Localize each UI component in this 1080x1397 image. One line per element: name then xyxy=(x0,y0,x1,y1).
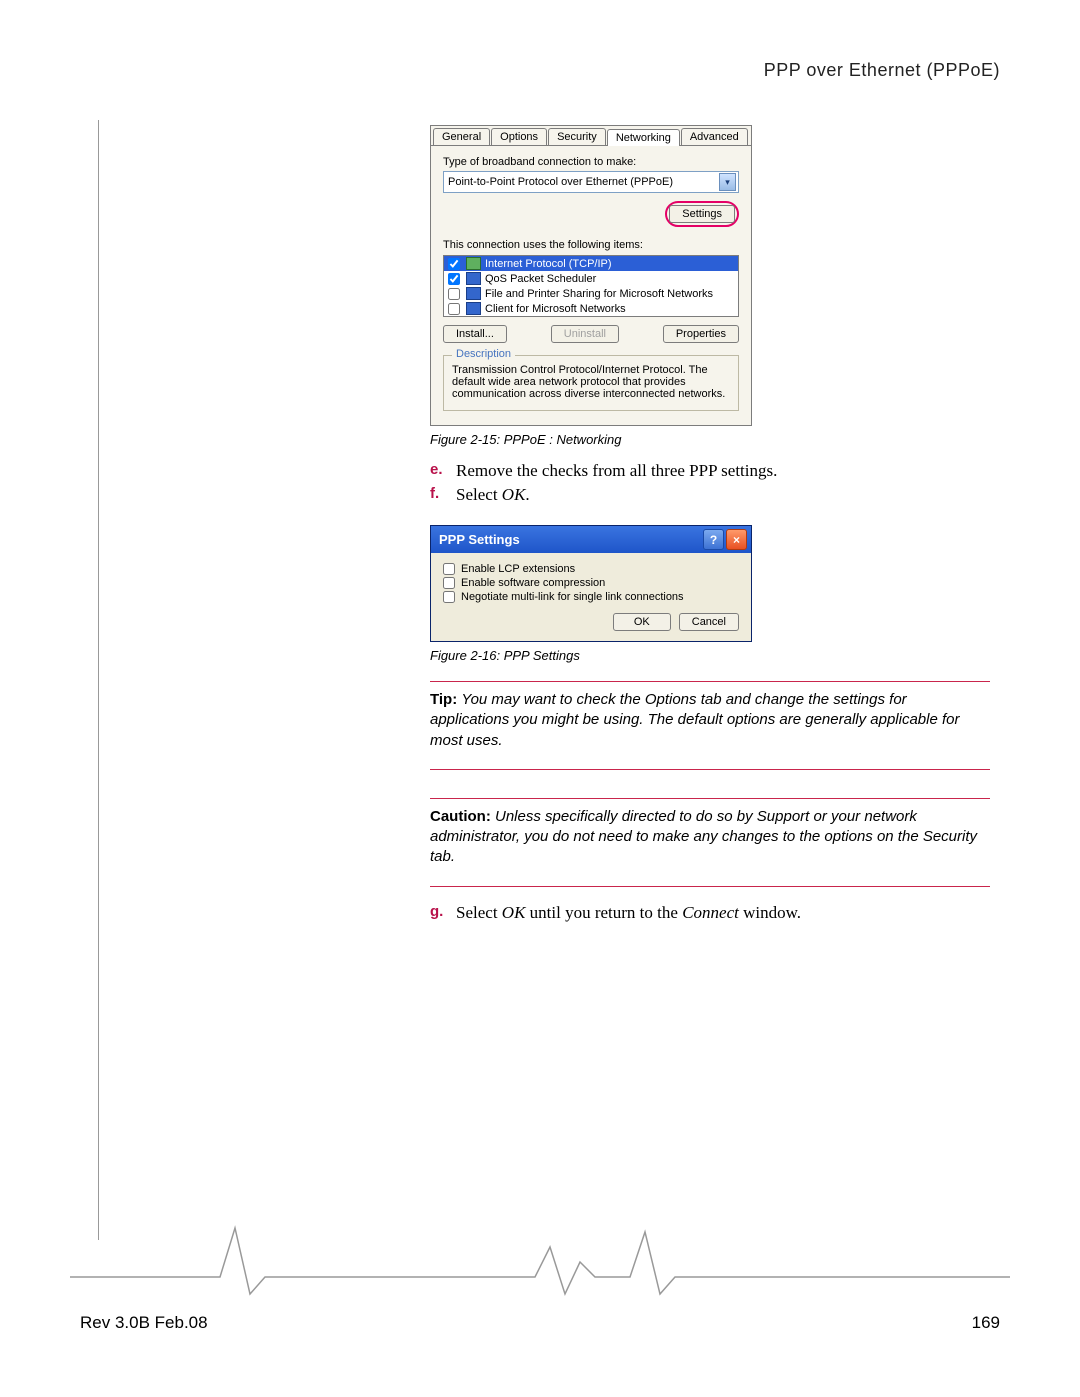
ppp-option-label: Enable software compression xyxy=(461,577,605,589)
networking-panel: General Options Security Networking Adva… xyxy=(430,125,752,426)
help-icon[interactable]: ? xyxy=(703,529,724,550)
callout-rule xyxy=(430,886,990,887)
connection-type-value: Point-to-Point Protocol over Ethernet (P… xyxy=(448,176,673,188)
document-page: PPP over Ethernet (PPPoE) General Option… xyxy=(0,0,1080,1397)
settings-highlight: Settings xyxy=(665,201,739,227)
items-listbox[interactable]: Internet Protocol (TCP/IP) QoS Packet Sc… xyxy=(443,255,739,317)
list-item[interactable]: Internet Protocol (TCP/IP) xyxy=(444,256,738,271)
ok-button[interactable]: OK xyxy=(613,613,671,631)
cancel-button[interactable]: Cancel xyxy=(679,613,739,631)
connection-type-select[interactable]: Point-to-Point Protocol over Ethernet (P… xyxy=(443,171,739,193)
tab-options[interactable]: Options xyxy=(491,128,547,145)
step-g: g. Select OK until you return to the Con… xyxy=(430,903,990,923)
tab-body: Type of broadband connection to make: Po… xyxy=(431,146,751,425)
close-icon[interactable]: × xyxy=(726,529,747,550)
item-label: File and Printer Sharing for Microsoft N… xyxy=(485,288,713,300)
ppp-option-row: Enable LCP extensions xyxy=(443,563,739,575)
list-item[interactable]: File and Printer Sharing for Microsoft N… xyxy=(444,286,738,301)
item-label: Client for Microsoft Networks xyxy=(485,303,626,315)
ppp-option-row: Negotiate multi-link for single link con… xyxy=(443,591,739,603)
step-letter: e. xyxy=(430,461,456,481)
tip-label: Tip: xyxy=(430,691,457,708)
tab-bar: General Options Security Networking Adva… xyxy=(431,126,751,146)
network-icon xyxy=(466,272,481,285)
step-text: Select OK. xyxy=(456,485,530,505)
step-letter: f. xyxy=(430,485,456,505)
step-f: f. Select OK. xyxy=(430,485,990,505)
item-checkbox[interactable] xyxy=(448,288,460,300)
properties-button[interactable]: Properties xyxy=(663,325,739,343)
item-label: QoS Packet Scheduler xyxy=(485,273,596,285)
tab-advanced[interactable]: Advanced xyxy=(681,128,748,145)
caution-callout: Caution: Unless specifically directed to… xyxy=(430,807,990,868)
ppp-option-row: Enable software compression xyxy=(443,577,739,589)
network-icon xyxy=(466,302,481,315)
tip-text: You may want to check the Options tab an… xyxy=(430,691,960,749)
network-icon xyxy=(466,257,481,270)
dialog-body: Enable LCP extensions Enable software co… xyxy=(431,553,751,641)
step-text: Select OK until you return to the Connec… xyxy=(456,903,801,923)
footer-revision: Rev 3.0B Feb.08 xyxy=(80,1313,208,1333)
footer-decoration xyxy=(70,1222,1010,1302)
figure-caption: Figure 2-16: PPP Settings xyxy=(430,648,990,663)
network-icon xyxy=(466,287,481,300)
tab-general[interactable]: General xyxy=(433,128,490,145)
ppp-option-label: Enable LCP extensions xyxy=(461,563,575,575)
caution-label: Caution: xyxy=(430,808,491,825)
settings-button[interactable]: Settings xyxy=(669,205,735,223)
description-text: Transmission Control Protocol/Internet P… xyxy=(452,364,730,400)
callout-rule xyxy=(430,681,990,682)
dialog-titlebar: PPP Settings ? × xyxy=(431,526,751,553)
tab-networking[interactable]: Networking xyxy=(607,129,680,146)
description-group: Description Transmission Control Protoco… xyxy=(443,355,739,411)
page-header-title: PPP over Ethernet (PPPoE) xyxy=(764,60,1000,81)
step-list: g. Select OK until you return to the Con… xyxy=(430,903,990,923)
caution-text: Unless specifically directed to do so by… xyxy=(430,808,977,866)
dialog-title: PPP Settings xyxy=(439,532,520,547)
page-number: 169 xyxy=(972,1313,1000,1333)
callout-rule xyxy=(430,769,990,770)
figure-caption: Figure 2-15: PPPoE : Networking xyxy=(430,432,990,447)
ppp-option-checkbox[interactable] xyxy=(443,577,455,589)
main-content: General Options Security Networking Adva… xyxy=(430,125,990,943)
item-checkbox[interactable] xyxy=(448,273,460,285)
step-list: e. Remove the checks from all three PPP … xyxy=(430,461,990,505)
item-label: Internet Protocol (TCP/IP) xyxy=(485,258,612,270)
vertical-rule xyxy=(98,120,99,1240)
step-e: e. Remove the checks from all three PPP … xyxy=(430,461,990,481)
ppp-option-label: Negotiate multi-link for single link con… xyxy=(461,591,684,603)
list-item[interactable]: QoS Packet Scheduler xyxy=(444,271,738,286)
install-button[interactable]: Install... xyxy=(443,325,507,343)
step-text: Remove the checks from all three PPP set… xyxy=(456,461,777,481)
description-legend: Description xyxy=(452,348,515,360)
ppp-settings-dialog: PPP Settings ? × Enable LCP extensions E… xyxy=(430,525,752,642)
list-item[interactable]: Client for Microsoft Networks xyxy=(444,301,738,316)
tip-callout: Tip: You may want to check the Options t… xyxy=(430,690,990,751)
tab-security[interactable]: Security xyxy=(548,128,606,145)
step-letter: g. xyxy=(430,903,456,923)
ppp-option-checkbox[interactable] xyxy=(443,563,455,575)
callout-rule xyxy=(430,798,990,799)
ppp-option-checkbox[interactable] xyxy=(443,591,455,603)
item-checkbox[interactable] xyxy=(448,303,460,315)
type-label: Type of broadband connection to make: xyxy=(443,156,739,168)
uninstall-button: Uninstall xyxy=(551,325,619,343)
chevron-down-icon: ▾ xyxy=(719,173,736,191)
items-label: This connection uses the following items… xyxy=(443,239,739,251)
item-checkbox[interactable] xyxy=(448,258,460,270)
